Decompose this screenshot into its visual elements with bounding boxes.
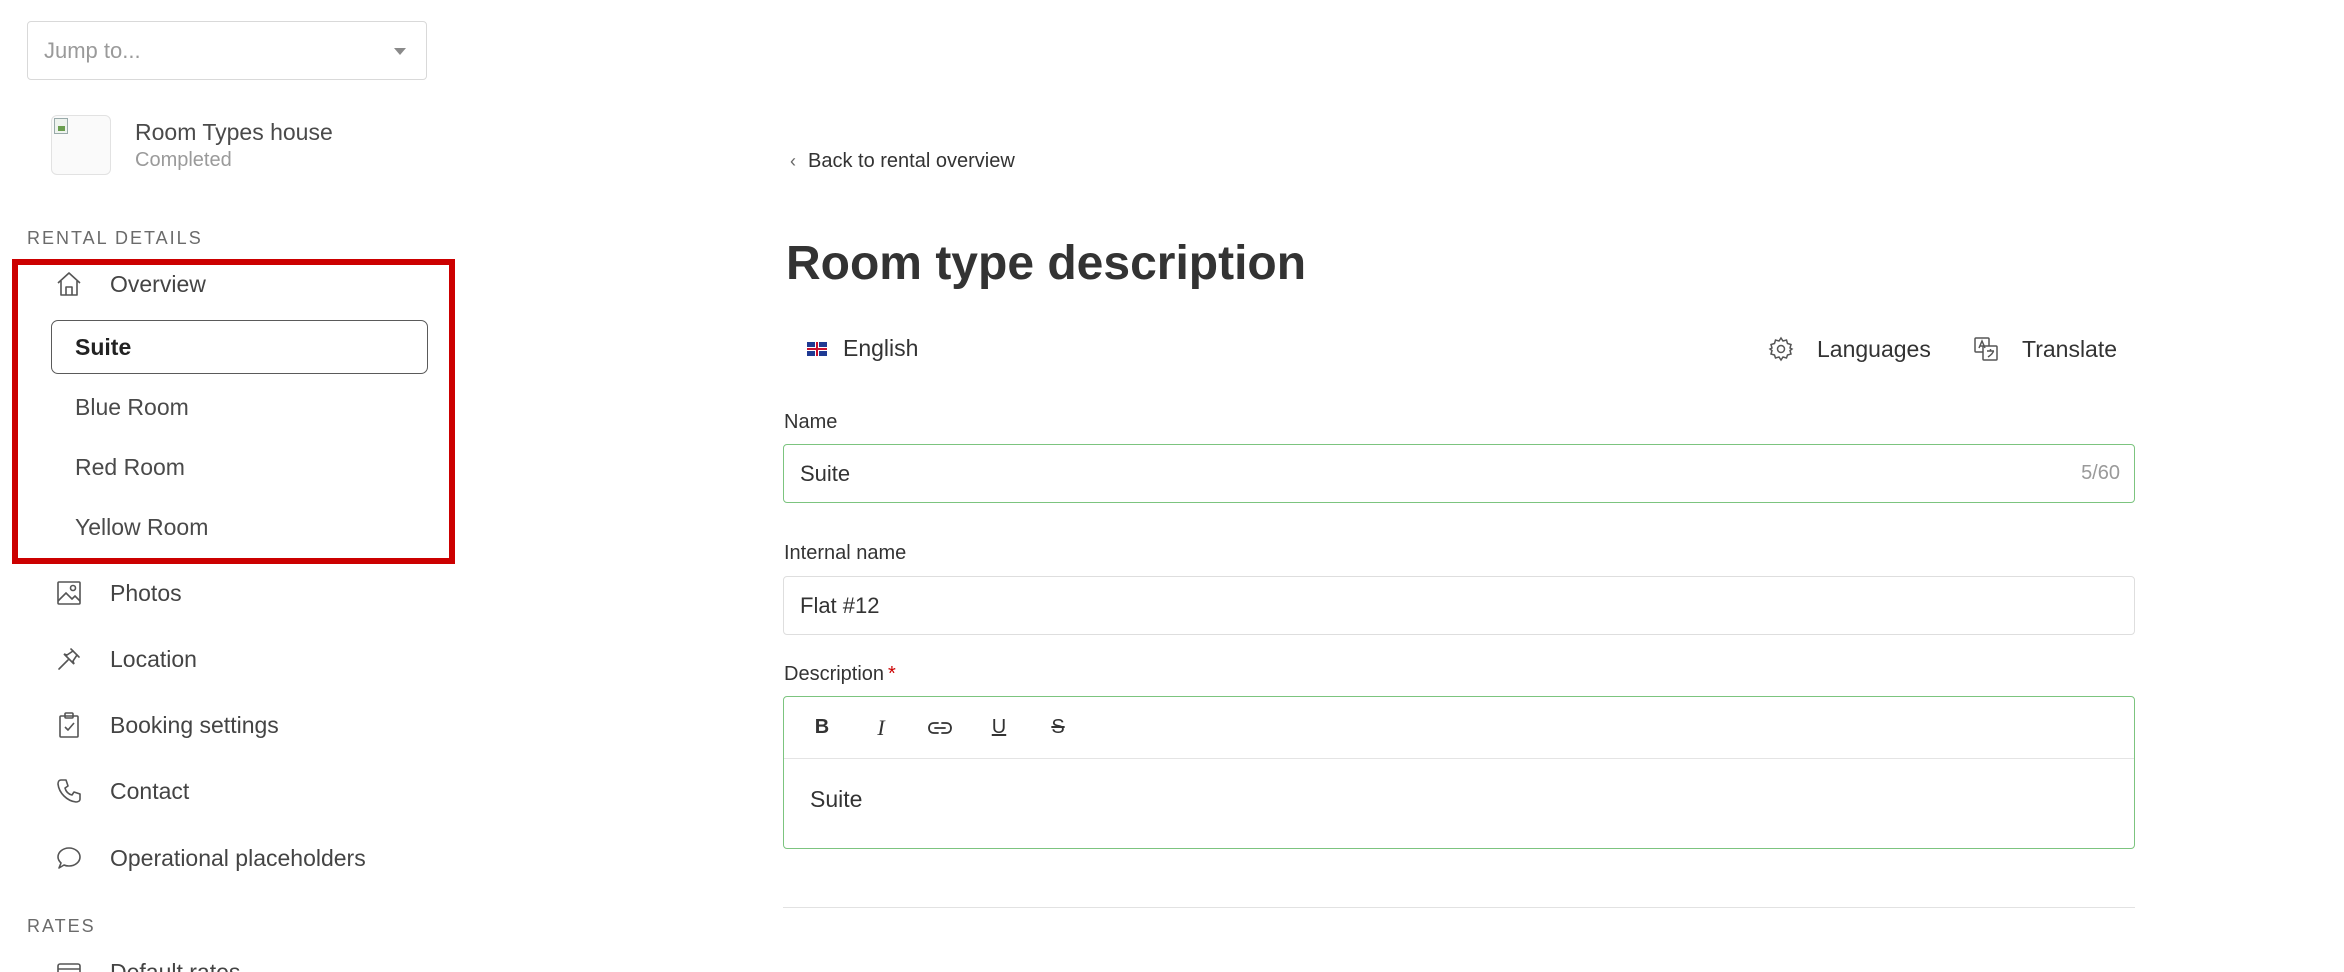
language-tab-english[interactable]: English (807, 335, 918, 362)
sidebar-item-label: Photos (110, 579, 182, 606)
description-editor[interactable]: B I U S Suite (783, 696, 2135, 849)
editor-toolbar: B I U S (784, 697, 2134, 759)
sidebar-item-location[interactable]: Location (54, 639, 197, 679)
sidebar-item-label: Operational placeholders (110, 844, 366, 871)
italic-button[interactable]: I (863, 710, 899, 746)
sidebar-item-label: Overview (110, 270, 206, 297)
sidebar-item-operational-placeholders[interactable]: Operational placeholders (54, 838, 366, 878)
phone-icon (54, 776, 84, 806)
section-divider (783, 907, 2135, 908)
translate-button-label: Translate (2022, 335, 2118, 362)
back-link-label: Back to rental overview (808, 150, 1015, 172)
languages-button[interactable]: Languages (1767, 335, 1931, 363)
name-field-label: Name (784, 411, 838, 433)
language-tab-label: English (843, 335, 919, 361)
property-header[interactable]: Room Types house Completed (51, 115, 333, 175)
link-icon (928, 721, 952, 734)
room-type-label: Yellow Room (75, 513, 209, 540)
sidebar-item-contact[interactable]: Contact (54, 771, 189, 811)
internal-name-field-label: Internal name (784, 542, 907, 564)
property-thumbnail (51, 115, 111, 175)
room-type-blue-room[interactable]: Blue Room (75, 387, 189, 427)
broken-image-icon (54, 118, 68, 134)
back-to-rental-overview-link[interactable]: ‹ Back to rental overview (790, 150, 1015, 173)
sidebar-item-label: Default rates (110, 958, 241, 972)
rates-heading: RATES (27, 916, 96, 936)
sidebar-item-photos[interactable]: Photos (54, 573, 182, 613)
translate-button[interactable]: Translate (1972, 335, 2117, 363)
internal-name-input[interactable]: Flat #12 (783, 576, 2135, 635)
name-input-value: Suite (800, 460, 851, 486)
gear-icon (1767, 335, 1795, 363)
sidebar-item-label: Booking settings (110, 711, 279, 738)
property-status: Completed (135, 149, 232, 171)
translate-icon (1972, 335, 2000, 363)
rates-icon (54, 957, 84, 972)
underline-button[interactable]: U (981, 710, 1017, 746)
name-input[interactable]: Suite 5/60 (783, 444, 2135, 503)
uk-flag-icon (807, 341, 827, 356)
room-type-label: Red Room (75, 453, 185, 480)
room-type-label: Blue Room (75, 393, 189, 420)
chevron-down-icon (394, 48, 406, 55)
room-type-yellow-room[interactable]: Yellow Room (75, 507, 208, 547)
room-type-label: Suite (75, 333, 132, 360)
rental-details-heading: RENTAL DETAILS (27, 228, 203, 248)
chevron-left-icon: ‹ (790, 151, 796, 171)
clipboard-check-icon (54, 710, 84, 740)
description-field-label: Description * (784, 663, 896, 686)
bold-button[interactable]: B (804, 710, 840, 746)
jump-to-placeholder: Jump to... (44, 37, 141, 63)
chat-bubble-icon (54, 843, 84, 873)
page-title: Room type description (786, 237, 1307, 290)
sidebar-item-overview[interactable]: Overview (54, 264, 206, 304)
sidebar-item-booking-settings[interactable]: Booking settings (54, 705, 279, 745)
sidebar-item-label: Location (110, 645, 197, 672)
pin-icon (54, 644, 84, 674)
internal-name-input-value: Flat #12 (800, 592, 880, 618)
property-name: Room Types house (135, 119, 333, 145)
link-button[interactable] (922, 710, 958, 746)
room-type-red-room[interactable]: Red Room (75, 447, 185, 487)
description-label-text: Description (784, 663, 885, 685)
languages-button-label: Languages (1817, 335, 1931, 362)
required-mark: * (888, 663, 896, 685)
strikethrough-button[interactable]: S (1040, 710, 1076, 746)
image-icon (54, 578, 84, 608)
sidebar-item-default-rates[interactable]: Default rates (54, 952, 240, 972)
jump-to-select[interactable]: Jump to... (27, 21, 427, 80)
sidebar-item-label: Contact (110, 777, 190, 804)
name-char-counter: 5/60 (2081, 462, 2120, 484)
home-icon (54, 269, 84, 299)
room-type-suite[interactable]: Suite (51, 320, 428, 374)
editor-content[interactable]: Suite (784, 759, 2134, 840)
